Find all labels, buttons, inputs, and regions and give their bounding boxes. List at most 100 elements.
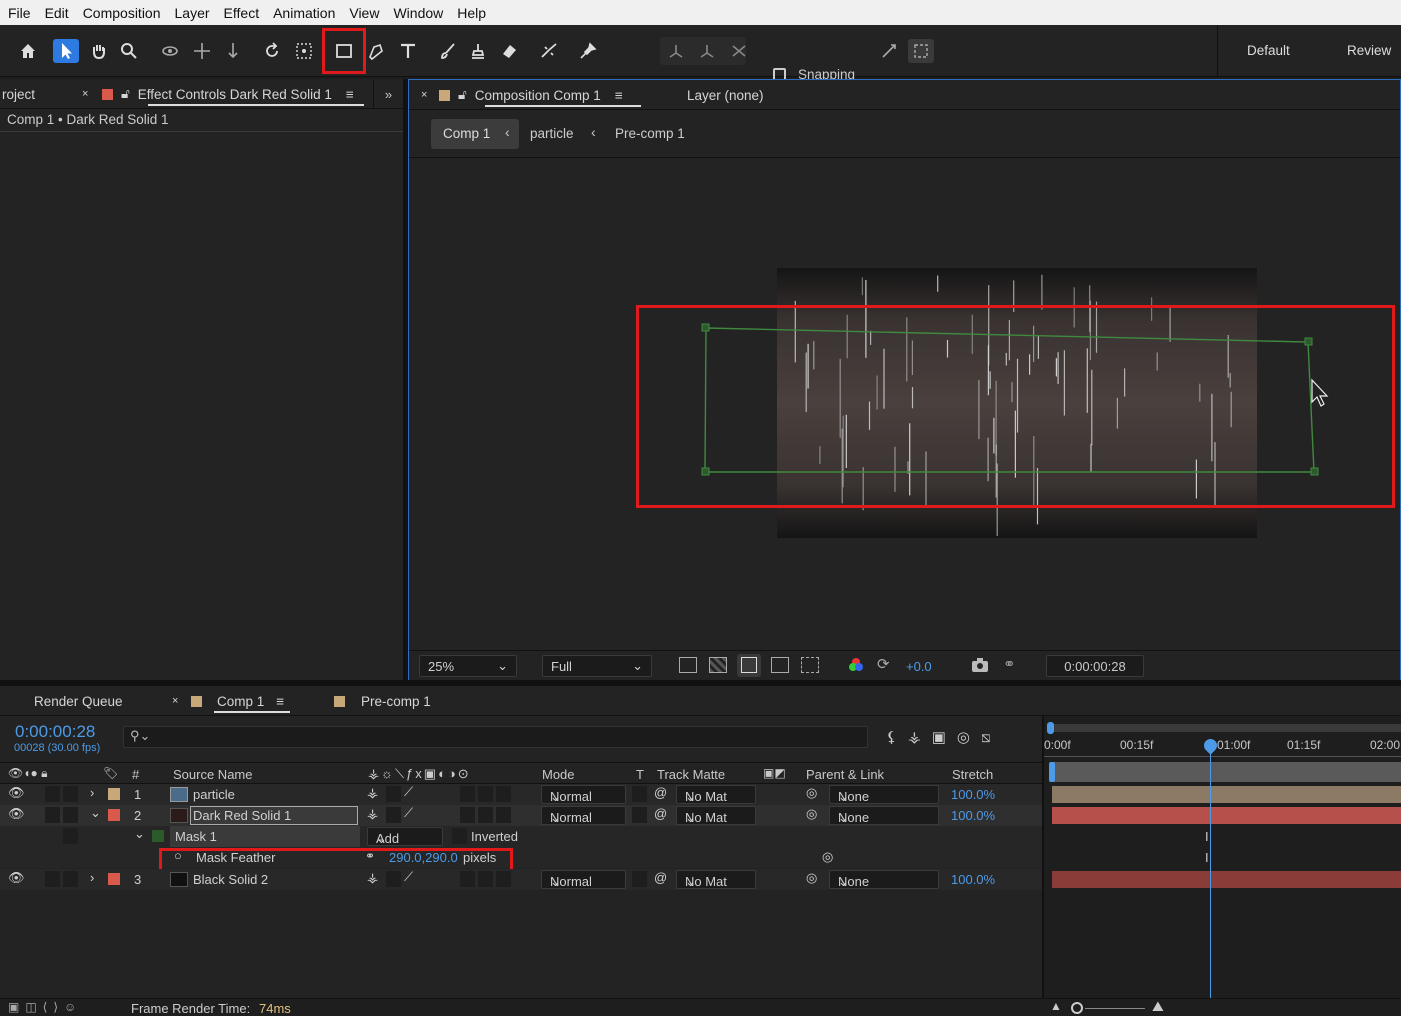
matte-link-icon[interactable]: @: [654, 806, 667, 821]
switch-cell[interactable]: [478, 807, 493, 823]
tab-precomp1[interactable]: Pre-comp 1: [334, 686, 431, 716]
timeline-switch-icons[interactable]: ⚸⚶▣◎⧅: [886, 728, 1002, 746]
col-source-name[interactable]: Source Name: [173, 767, 252, 782]
local-axis-icon[interactable]: [663, 39, 689, 63]
audio-cell[interactable]: [45, 807, 60, 823]
puppet-pin-tool-icon[interactable]: [575, 39, 601, 63]
video-visibility-icon[interactable]: 👁︎: [8, 806, 25, 822]
overflow-chevrons-icon[interactable]: »: [373, 79, 403, 109]
menu-animation[interactable]: Animation: [273, 5, 335, 21]
reset-exposure-icon[interactable]: ⟳: [877, 655, 890, 673]
work-area-start-handle[interactable]: [1047, 722, 1054, 734]
mask-mode-dropdown[interactable]: Add ⌄: [367, 827, 443, 846]
channel-icon[interactable]: [847, 656, 865, 674]
clone-stamp-tool-icon[interactable]: [465, 39, 491, 63]
transparency-grid-icon[interactable]: [709, 657, 727, 673]
parent-dropdown[interactable]: None ⌄: [829, 785, 939, 804]
layer-row-3[interactable]: 👁︎ › 3 Black Solid 2 ⚶ ⟋ Normal ⌄ @ No Ma…: [0, 869, 1042, 890]
switch-cell[interactable]: [496, 871, 511, 887]
menu-layer[interactable]: Layer: [175, 5, 210, 21]
layer-name[interactable]: Dark Red Solid 1: [193, 808, 291, 823]
panel-menu-icon[interactable]: ≡: [346, 87, 354, 102]
home-icon[interactable]: [15, 39, 41, 63]
video-visibility-icon[interactable]: 👁︎: [8, 870, 25, 886]
close-icon[interactable]: ×: [82, 79, 88, 109]
pan-camera-icon[interactable]: [189, 39, 215, 63]
parent-pickwhip-icon[interactable]: ◎: [806, 870, 817, 886]
timeline-timecode[interactable]: 0:00:00:28: [15, 722, 95, 742]
eraser-tool-icon[interactable]: [496, 39, 522, 63]
snap-edges-icon[interactable]: [876, 39, 902, 63]
layer-3-bar[interactable]: [1052, 871, 1401, 888]
breadcrumb-comp1[interactable]: Comp 1: [443, 126, 490, 141]
workspace-default[interactable]: Default: [1247, 43, 1290, 58]
stretch-value[interactable]: 100.0%: [951, 787, 995, 802]
matte-link-icon[interactable]: @: [654, 870, 667, 885]
zoom-in-icon[interactable]: ⛰: [1152, 998, 1164, 1015]
stretch-value[interactable]: 100.0%: [951, 872, 995, 887]
chevron-down-icon[interactable]: ⌄: [90, 805, 101, 821]
lock-cell[interactable]: [63, 807, 78, 823]
resolution-dropdown[interactable]: Full ⌄: [542, 655, 652, 677]
selection-tool-icon[interactable]: [53, 39, 79, 63]
switch-cell[interactable]: [460, 807, 475, 823]
viewer-timecode[interactable]: 0:00:00:28: [1046, 655, 1144, 677]
switch-cell[interactable]: [478, 871, 493, 887]
parent-pickwhip-icon[interactable]: ◎: [806, 785, 817, 801]
time-ruler[interactable]: 0:00f 00:15f 01:00f 01:15f 02:00: [1044, 736, 1401, 762]
snap-features-icon[interactable]: [908, 39, 934, 63]
switch-cell[interactable]: [478, 786, 493, 802]
mask-feather-row[interactable]: ○ Mask Feather ⚭ 290.0,290.0 pixels ◎: [0, 847, 1042, 868]
quality-icon[interactable]: ⟋: [404, 805, 413, 821]
guides-icon[interactable]: [801, 657, 819, 673]
collapse-transform-icon[interactable]: ⚶: [367, 785, 378, 801]
layer-label-color[interactable]: [108, 873, 120, 885]
lock-cell[interactable]: [63, 871, 78, 887]
switch-cell[interactable]: [386, 871, 401, 887]
layer-search-input[interactable]: ⚲⌄: [123, 726, 868, 748]
pen-tool-icon[interactable]: [363, 39, 389, 63]
show-snapshot-icon[interactable]: ⚭: [1003, 655, 1016, 673]
chevron-right-icon[interactable]: ›: [90, 785, 94, 800]
audio-cell[interactable]: [45, 786, 60, 802]
mask-row[interactable]: ⌄ Mask 1 Add ⌄ Inverted: [0, 826, 1042, 847]
menu-window[interactable]: Window: [393, 5, 443, 21]
switch-cell[interactable]: [460, 786, 475, 802]
region-of-interest-icon[interactable]: [771, 657, 789, 673]
menu-composition[interactable]: Composition: [83, 5, 161, 21]
chevron-right-icon[interactable]: ›: [90, 870, 94, 885]
collapse-transform-icon[interactable]: ⚶: [367, 870, 378, 886]
menu-file[interactable]: File: [8, 5, 31, 21]
video-visibility-icon[interactable]: 👁︎: [8, 785, 25, 801]
close-comp-tab-icon[interactable]: ×: [421, 80, 427, 110]
anchor-point-tool-icon[interactable]: [291, 39, 317, 63]
zoom-dropdown[interactable]: 25% ⌄: [419, 655, 517, 677]
timeline-graph[interactable]: 0:00f 00:15f 01:00f 01:15f 02:00 I I: [1042, 716, 1401, 998]
switch-cell[interactable]: [496, 807, 511, 823]
status-toggle-icons[interactable]: ▣◫⟨⟩☺: [8, 1000, 82, 1014]
orbit-camera-icon[interactable]: [157, 39, 183, 63]
lock-cell[interactable]: [63, 786, 78, 802]
track-matte-dropdown[interactable]: No Mat ⌄: [676, 870, 756, 889]
parent-dropdown[interactable]: None ⌄: [829, 870, 939, 889]
expression-pickwhip-icon[interactable]: ◎: [822, 849, 833, 865]
menu-help[interactable]: Help: [457, 5, 486, 21]
track-matte-dropdown[interactable]: No Mat ⌄: [676, 785, 756, 804]
tab-render-queue[interactable]: Render Queue: [34, 686, 123, 716]
keyframe-ibeam-icon[interactable]: I: [1205, 829, 1209, 844]
matte-link-icon[interactable]: @: [654, 785, 667, 800]
in-point-marker[interactable]: [1049, 762, 1055, 782]
layer-row-2[interactable]: 👁︎ ⌄ 2 Dark Red Solid 1 ⚶ ⟋ Normal ⌄ @ No…: [0, 805, 1042, 826]
menu-effect[interactable]: Effect: [224, 5, 260, 21]
mask-name[interactable]: Mask 1: [175, 829, 217, 844]
mode-dropdown[interactable]: Normal ⌄: [541, 806, 626, 825]
switch-cell[interactable]: [496, 786, 511, 802]
menu-edit[interactable]: Edit: [45, 5, 69, 21]
fast-previews-icon[interactable]: [679, 657, 697, 673]
audio-cell[interactable]: [45, 871, 60, 887]
parent-dropdown[interactable]: None ⌄: [829, 806, 939, 825]
chevron-down-icon[interactable]: ⌄: [134, 826, 145, 842]
mask-color-swatch[interactable]: [152, 830, 164, 842]
quality-icon[interactable]: ⟋: [404, 869, 413, 885]
switch-cell[interactable]: [460, 871, 475, 887]
